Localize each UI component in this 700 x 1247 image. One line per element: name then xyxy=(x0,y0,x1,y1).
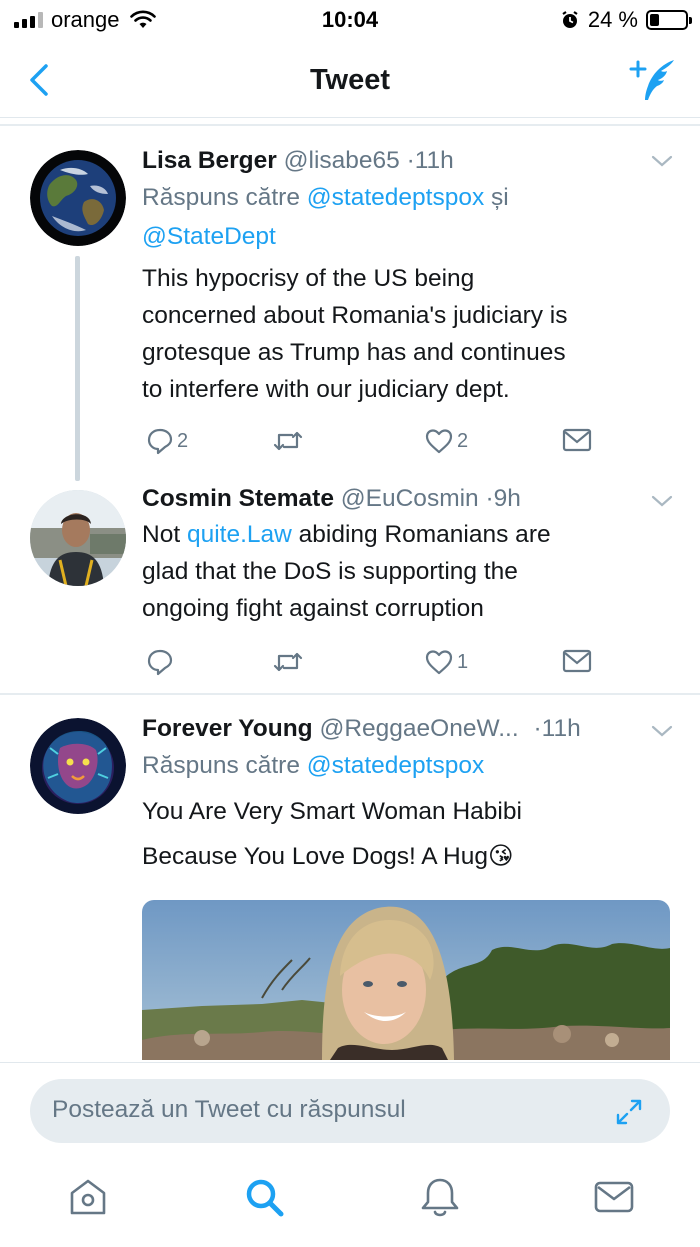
tweet-header: Lisa Berger @lisabe65 ·11h xyxy=(142,144,660,178)
retweet-icon xyxy=(273,652,303,672)
author-handle[interactable]: @EuCosmin xyxy=(341,485,479,512)
tweet-text-line: Not quite.Law abiding Romanians are xyxy=(142,516,660,553)
heart-icon xyxy=(425,650,453,675)
retweet-action[interactable] xyxy=(272,427,307,455)
alarm-icon xyxy=(562,11,578,28)
heart-icon xyxy=(425,429,453,454)
avatar-lion[interactable] xyxy=(30,718,126,814)
reply-icon xyxy=(147,649,173,676)
reply-to-line: Răspuns către @statedeptspox și xyxy=(142,178,660,217)
tweet-photo[interactable] xyxy=(142,900,670,1060)
home-icon[interactable] xyxy=(66,1175,110,1219)
reply-input[interactable]: Postează un Tweet cu răspunsul xyxy=(30,1079,670,1143)
avatar-cosmin[interactable] xyxy=(30,490,126,586)
separator-dot: · xyxy=(533,715,542,742)
battery-fill xyxy=(650,14,660,26)
reply-action[interactable] xyxy=(146,648,177,676)
tweet-text-line: grotesque as Trump has and continues xyxy=(142,339,566,366)
tweet-header: Cosmin Stemate @EuCosmin ·9h xyxy=(142,482,660,516)
tweet-content: Forever Young @ReggaeOneW... ·11h Răspun… xyxy=(142,712,660,879)
separator-dot: · xyxy=(485,485,494,512)
chevron-down-icon[interactable] xyxy=(650,153,674,169)
thread-line xyxy=(75,256,80,481)
nav-bar: Tweet xyxy=(0,42,700,118)
envelope-icon xyxy=(562,649,592,673)
reply-icon xyxy=(147,428,173,455)
tweet-text-line: glad that the DoS is supporting the xyxy=(142,558,518,585)
tweet-text: This hypocrisy of the US being concerned… xyxy=(142,260,660,408)
lion-avatar-image xyxy=(30,718,126,814)
reply-conjunction: și xyxy=(491,184,509,211)
status-right: 24 % xyxy=(560,7,692,33)
tweet-text-line: concerned about Romania's judiciary is xyxy=(142,302,568,329)
tweet-actions: 1 xyxy=(142,648,602,678)
reply-count: 2 xyxy=(177,429,189,452)
reply-placeholder: Postează un Tweet cu răspunsul xyxy=(52,1096,406,1123)
chevron-down-icon[interactable] xyxy=(650,493,674,509)
search-icon[interactable] xyxy=(242,1175,286,1219)
reply-action[interactable]: 2 xyxy=(146,427,188,455)
battery-icon xyxy=(646,10,692,30)
status-bar: orange 10:04 24 % xyxy=(0,0,700,42)
reply-prefix: Răspuns către xyxy=(142,184,300,211)
tweet-text-line: to interfere with our judiciary dept. xyxy=(142,376,510,403)
tweet-cosmin-stemate[interactable]: Cosmin Stemate @EuCosmin ·9h Not quite.L… xyxy=(0,480,700,690)
retweet-action[interactable] xyxy=(272,648,307,676)
reply-to-line: Răspuns către @statedeptspox xyxy=(142,746,660,785)
separator-dot: · xyxy=(406,147,415,174)
tweet-actions: 2 2 xyxy=(142,427,602,457)
author-name[interactable]: Lisa Berger xyxy=(142,147,277,174)
retweet-icon xyxy=(273,431,303,451)
like-count: 2 xyxy=(457,429,469,452)
tweet-text-line: ongoing fight against corruption xyxy=(142,595,484,622)
expand-icon[interactable] xyxy=(614,1097,644,1127)
tweet-forever-young[interactable]: Forever Young @ReggaeOneW... ·11h Răspun… xyxy=(0,700,700,1062)
tweet-link[interactable]: quite.Law xyxy=(187,521,292,548)
like-count: 1 xyxy=(457,650,469,673)
tweet-text-line: This hypocrisy of the US being xyxy=(142,265,475,292)
author-handle[interactable]: @ReggaeOneW... xyxy=(319,715,518,742)
notifications-bell-icon[interactable] xyxy=(418,1175,462,1219)
tweet-time: 11h xyxy=(414,147,454,174)
text-segment: abiding Romanians are xyxy=(291,521,551,548)
dm-action[interactable] xyxy=(562,427,592,453)
text-segment: Not xyxy=(142,521,187,548)
text-segment: Because You Love Dogs! A Hug xyxy=(142,843,488,870)
like-action[interactable]: 2 xyxy=(424,427,468,455)
tweet-text-line: You Are Very Smart Woman Habibi xyxy=(142,798,522,825)
dm-action[interactable] xyxy=(562,648,592,674)
tweet-text: Not quite.Law abiding Romanians are glad… xyxy=(142,516,660,627)
messages-envelope-icon[interactable] xyxy=(592,1175,636,1219)
tweet-separator xyxy=(0,693,700,695)
battery-percent: 24 % xyxy=(587,7,638,32)
author-name[interactable]: Forever Young xyxy=(142,715,313,742)
mention-link[interactable]: @statedeptspox xyxy=(307,752,484,779)
like-action[interactable]: 1 xyxy=(424,648,468,676)
tweet-text-line: Because You Love Dogs! A Hug😘 xyxy=(142,834,660,879)
mention-link[interactable]: @StateDept xyxy=(142,223,276,250)
tab-bar xyxy=(0,1155,700,1247)
chevron-down-icon[interactable] xyxy=(650,723,674,739)
tweet-header: Forever Young @ReggaeOneW... ·11h xyxy=(142,712,660,746)
kiss-emoji: 😘 xyxy=(488,843,514,870)
reply-prefix: Răspuns către xyxy=(142,752,300,779)
tweet-text: You Are Very Smart Woman Habibi Because … xyxy=(142,789,660,879)
page-title: Tweet xyxy=(309,64,391,96)
tweet-content: Cosmin Stemate @EuCosmin ·9h Not quite.L… xyxy=(142,482,660,627)
tweet-content: Lisa Berger @lisabe65 ·11h Răspuns către… xyxy=(142,144,660,408)
person-avatar-image xyxy=(30,490,126,586)
photo-image xyxy=(142,900,670,1060)
avatar-earth[interactable] xyxy=(30,150,126,246)
tweet-time: 11h xyxy=(541,715,581,742)
tweet-time: 9h xyxy=(493,485,521,512)
divider xyxy=(0,124,700,126)
reply-to-line-2: @StateDept xyxy=(142,217,660,256)
mention-link[interactable]: @statedeptspox xyxy=(307,184,484,211)
author-handle[interactable]: @lisabe65 xyxy=(284,147,400,174)
compose-tweet-icon[interactable] xyxy=(626,56,678,104)
author-name[interactable]: Cosmin Stemate xyxy=(142,485,334,512)
envelope-icon xyxy=(562,428,592,452)
earth-avatar-image xyxy=(30,150,126,246)
